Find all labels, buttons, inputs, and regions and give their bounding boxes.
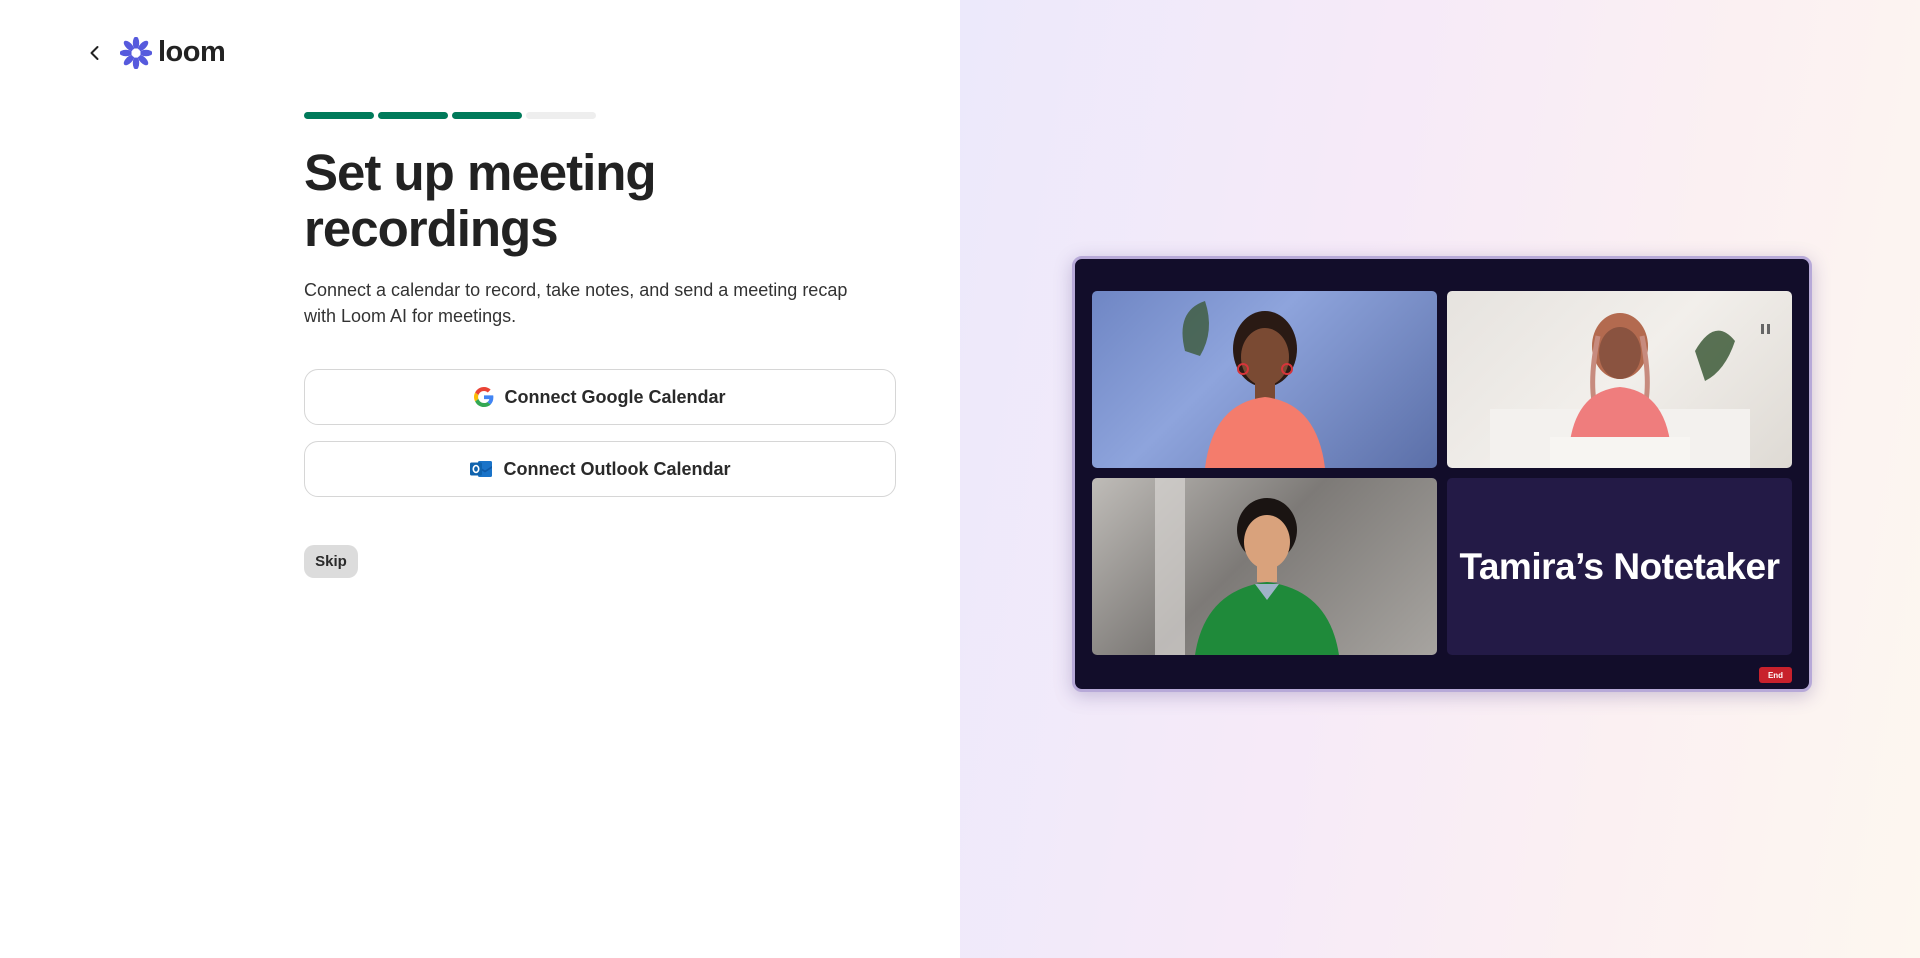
skip-button[interactable]: Skip xyxy=(304,545,358,579)
outlook-icon xyxy=(470,461,493,478)
progress-step-1 xyxy=(304,112,374,119)
connect-outlook-calendar-button[interactable]: Connect Outlook Calendar xyxy=(304,441,896,498)
loom-logo[interactable]: loom xyxy=(120,36,226,69)
back-button[interactable] xyxy=(84,42,106,64)
outlook-button-label: Connect Outlook Calendar xyxy=(503,458,731,479)
loom-logo-icon xyxy=(120,36,152,69)
progress-step-2 xyxy=(378,112,448,119)
setup-content: Set up meeting recordings Connect a cale… xyxy=(304,112,896,579)
progress-step-3 xyxy=(452,112,522,119)
participant-tile-1 xyxy=(1092,291,1437,468)
connect-google-calendar-button[interactable]: Connect Google Calendar xyxy=(304,369,896,426)
notetaker-label: Tamira’s Notetaker xyxy=(1459,545,1780,587)
page-title: Set up meeting recordings xyxy=(304,144,657,258)
participant-tile-3 xyxy=(1092,478,1437,655)
preview-panel: Tamira’s Notetaker End xyxy=(960,0,1920,958)
brand-name: loom xyxy=(158,36,226,68)
onboarding-page: loom Set up meeting recordings Connect a… xyxy=(0,0,1920,958)
meeting-preview: Tamira’s Notetaker End xyxy=(1072,256,1812,692)
progress-step-4 xyxy=(526,112,596,119)
page-description: Connect a calendar to record, take notes… xyxy=(304,280,848,327)
pause-icon xyxy=(1761,324,1770,334)
participant-avatar xyxy=(1182,301,1325,468)
google-icon xyxy=(474,387,494,408)
chevron-left-icon xyxy=(90,45,99,60)
participant-avatar xyxy=(1154,478,1339,655)
progress-bar xyxy=(304,112,896,119)
notetaker-tile: Tamira’s Notetaker xyxy=(1447,478,1792,655)
participant-avatar xyxy=(1489,313,1750,468)
participant-tile-2 xyxy=(1447,291,1792,468)
setup-panel: loom Set up meeting recordings Connect a… xyxy=(0,0,960,958)
end-call-button[interactable]: End xyxy=(1759,667,1792,683)
google-button-label: Connect Google Calendar xyxy=(504,386,726,407)
topbar: loom xyxy=(84,36,226,69)
